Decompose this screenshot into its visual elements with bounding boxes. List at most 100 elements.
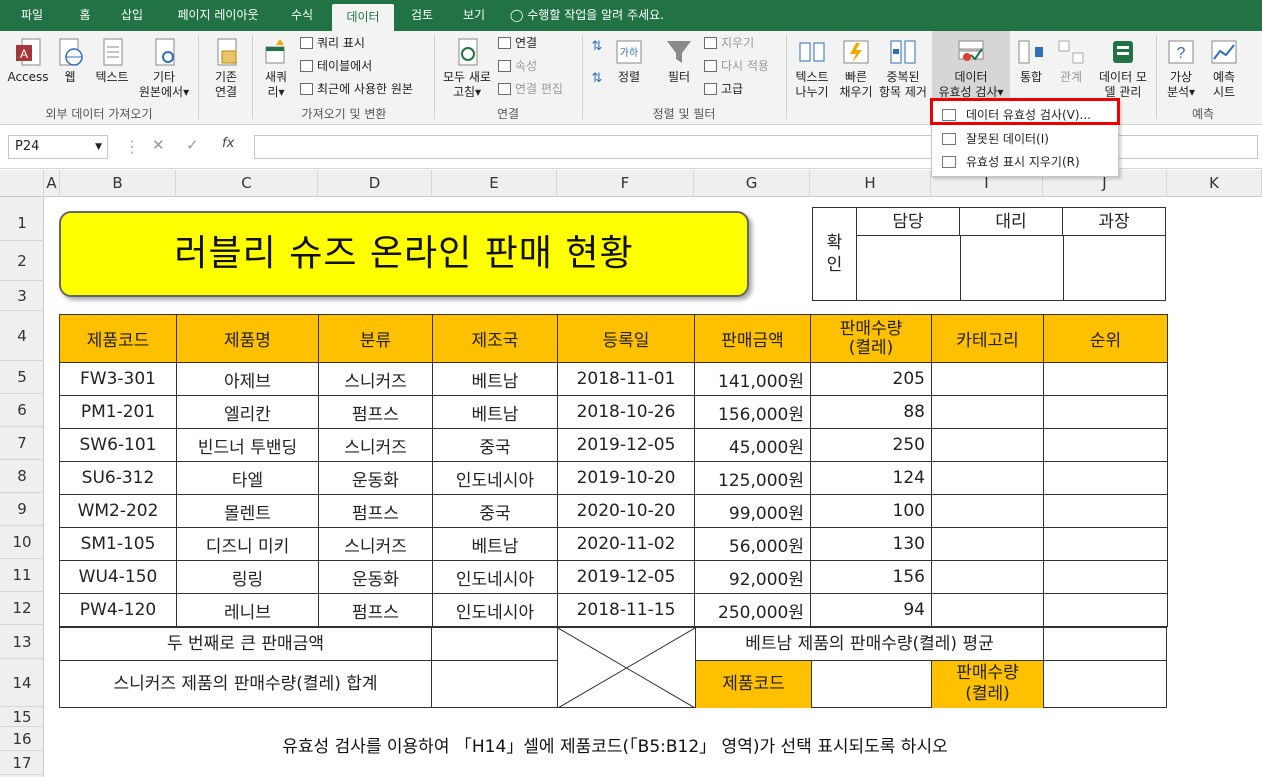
sneaker-sum-value[interactable] [432, 661, 558, 708]
row-header[interactable]: 6 [0, 394, 44, 427]
table-cell[interactable]: 2020-11-02 [557, 527, 695, 561]
data-validation-button[interactable]: 데이터 유효성 검사▾ [932, 31, 1010, 101]
table-cell[interactable] [931, 593, 1044, 627]
table-cell[interactable]: 스니커즈 [318, 428, 433, 462]
table-cell[interactable]: 45,000원 [694, 428, 811, 462]
table-cell[interactable]: 2019-12-05 [557, 428, 695, 462]
table-cell[interactable]: 중국 [432, 494, 558, 528]
row-header[interactable]: 8 [0, 460, 44, 493]
row-header[interactable]: 11 [0, 559, 44, 592]
table-cell[interactable]: 베트남 [432, 362, 558, 396]
menu-item-clear-circles[interactable]: 유효성 표시 지우기(R) [938, 151, 1114, 173]
second-largest-label[interactable]: 두 번째로 큰 판매금액 [60, 628, 432, 661]
table-cell[interactable]: 2019-10-20 [557, 461, 695, 495]
row-header[interactable]: 4 [0, 311, 44, 361]
vietnam-avg-value[interactable] [1044, 628, 1166, 661]
table-cell[interactable]: 엘리칸 [176, 395, 319, 429]
column-header[interactable]: B [60, 170, 176, 197]
row-header[interactable]: 17 [0, 751, 44, 775]
row-header[interactable]: 5 [0, 361, 44, 394]
table-cell[interactable]: 100 [810, 494, 932, 528]
table-cell[interactable]: 레니브 [176, 593, 319, 627]
table-cell[interactable]: 펌프스 [318, 395, 433, 429]
other-sources-button[interactable]: 기타 원본에서▾ [134, 37, 194, 100]
properties-button[interactable]: 속성 [498, 56, 537, 76]
header-cell[interactable]: 판매금액 [694, 314, 811, 363]
sort-button[interactable]: 가하 정렬 [612, 37, 646, 85]
column-header[interactable]: D [318, 170, 432, 197]
recent-sources-button[interactable]: 최근에 사용한 원본 [300, 79, 413, 99]
table-cell[interactable]: 베트남 [432, 395, 558, 429]
tab-file[interactable]: 파일 [8, 0, 56, 31]
table-cell[interactable] [1043, 461, 1168, 495]
column-header[interactable]: E [432, 170, 557, 197]
name-box[interactable]: P24 ▼ [8, 135, 108, 159]
header-cell[interactable]: 제품명 [176, 314, 319, 363]
access-button[interactable]: A Access [6, 37, 50, 85]
table-cell[interactable]: 125,000원 [694, 461, 811, 495]
edit-links-button[interactable]: 연결 편집 [498, 79, 563, 99]
reapply-button[interactable]: 다시 적용 [704, 56, 769, 76]
product-code-label[interactable]: 제품코드 [696, 661, 812, 708]
function-icon[interactable]: fx [222, 136, 234, 151]
refresh-all-button[interactable]: 모두 새로 고침▾ [438, 37, 496, 100]
table-cell[interactable]: 99,000원 [694, 494, 811, 528]
header-cell[interactable]: 등록일 [557, 314, 695, 363]
tab-home[interactable]: 홈 [66, 0, 104, 31]
table-cell[interactable] [931, 560, 1044, 594]
table-cell[interactable] [1043, 593, 1168, 627]
table-cell[interactable]: 2018-10-26 [557, 395, 695, 429]
table-cell[interactable]: 88 [810, 395, 932, 429]
table-cell[interactable] [931, 527, 1044, 561]
tab-page-layout[interactable]: 페이지 레이아웃 [164, 0, 272, 31]
row-header[interactable]: 12 [0, 592, 44, 625]
table-cell[interactable] [931, 362, 1044, 396]
table-cell[interactable]: 타엘 [176, 461, 319, 495]
row-header[interactable]: 3 [0, 281, 44, 311]
sneaker-sum-label[interactable]: 스니커즈 제품의 판매수량(켤레) 합계 [60, 661, 432, 708]
table-cell[interactable]: 펌프스 [318, 593, 433, 627]
tab-formulas[interactable]: 수식 [280, 0, 324, 31]
second-largest-value[interactable] [432, 628, 558, 661]
table-cell[interactable]: WM2-202 [59, 494, 177, 528]
table-cell[interactable]: 56,000원 [694, 527, 811, 561]
column-header[interactable]: H [810, 170, 931, 197]
web-button[interactable]: 웹 [54, 37, 86, 85]
vietnam-avg-label[interactable]: 베트남 제품의 판매수량(켤레) 평균 [696, 628, 1044, 661]
row-header[interactable]: 1 [0, 205, 44, 241]
from-table-button[interactable]: 테이블에서 [300, 56, 372, 76]
row-header[interactable]: 7 [0, 427, 44, 460]
new-query-button[interactable]: 새쿼 리▾ [256, 37, 296, 100]
table-cell[interactable]: 250 [810, 428, 932, 462]
row-header[interactable]: 13 [0, 625, 44, 659]
forecast-sheet-button[interactable]: 예측 시트 [1204, 37, 1244, 100]
table-cell[interactable]: 92,000원 [694, 560, 811, 594]
existing-connections-button[interactable]: 기존 연결 [204, 37, 248, 100]
advanced-filter-button[interactable]: 고급 [704, 79, 743, 99]
table-cell[interactable]: 94 [810, 593, 932, 627]
table-cell[interactable]: WU4-150 [59, 560, 177, 594]
table-cell[interactable]: 2019-12-05 [557, 560, 695, 594]
table-cell[interactable] [1043, 395, 1168, 429]
connections-button[interactable]: 연결 [498, 33, 537, 53]
flash-fill-button[interactable]: 빠른 채우기 [836, 37, 876, 100]
row-header[interactable]: 15 [0, 707, 44, 727]
menu-item-circle-invalid[interactable]: 잘못된 데이터(I) [938, 128, 1114, 150]
table-cell[interactable]: 124 [810, 461, 932, 495]
header-cell[interactable]: 제조국 [432, 314, 558, 363]
sort-za-button[interactable]: ⇅ [586, 71, 608, 86]
table-cell[interactable]: PM1-201 [59, 395, 177, 429]
row-header[interactable]: 2 [0, 241, 44, 281]
remove-duplicates-button[interactable]: 중복된 항목 제거 [876, 37, 930, 100]
table-cell[interactable] [1043, 362, 1168, 396]
table-cell[interactable]: 2020-10-20 [557, 494, 695, 528]
table-cell[interactable] [1043, 494, 1168, 528]
column-header[interactable]: G [694, 170, 810, 197]
tell-me-box[interactable]: ◯ 수행할 작업을 알려 주세요. [510, 0, 690, 31]
header-cell[interactable]: 카테고리 [931, 314, 1044, 363]
table-cell[interactable]: 인도네시아 [432, 593, 558, 627]
h14-cell[interactable] [812, 661, 932, 708]
column-header[interactable]: K [1167, 170, 1262, 197]
header-cell[interactable]: 순위 [1043, 314, 1168, 363]
table-cell[interactable]: 스니커즈 [318, 362, 433, 396]
